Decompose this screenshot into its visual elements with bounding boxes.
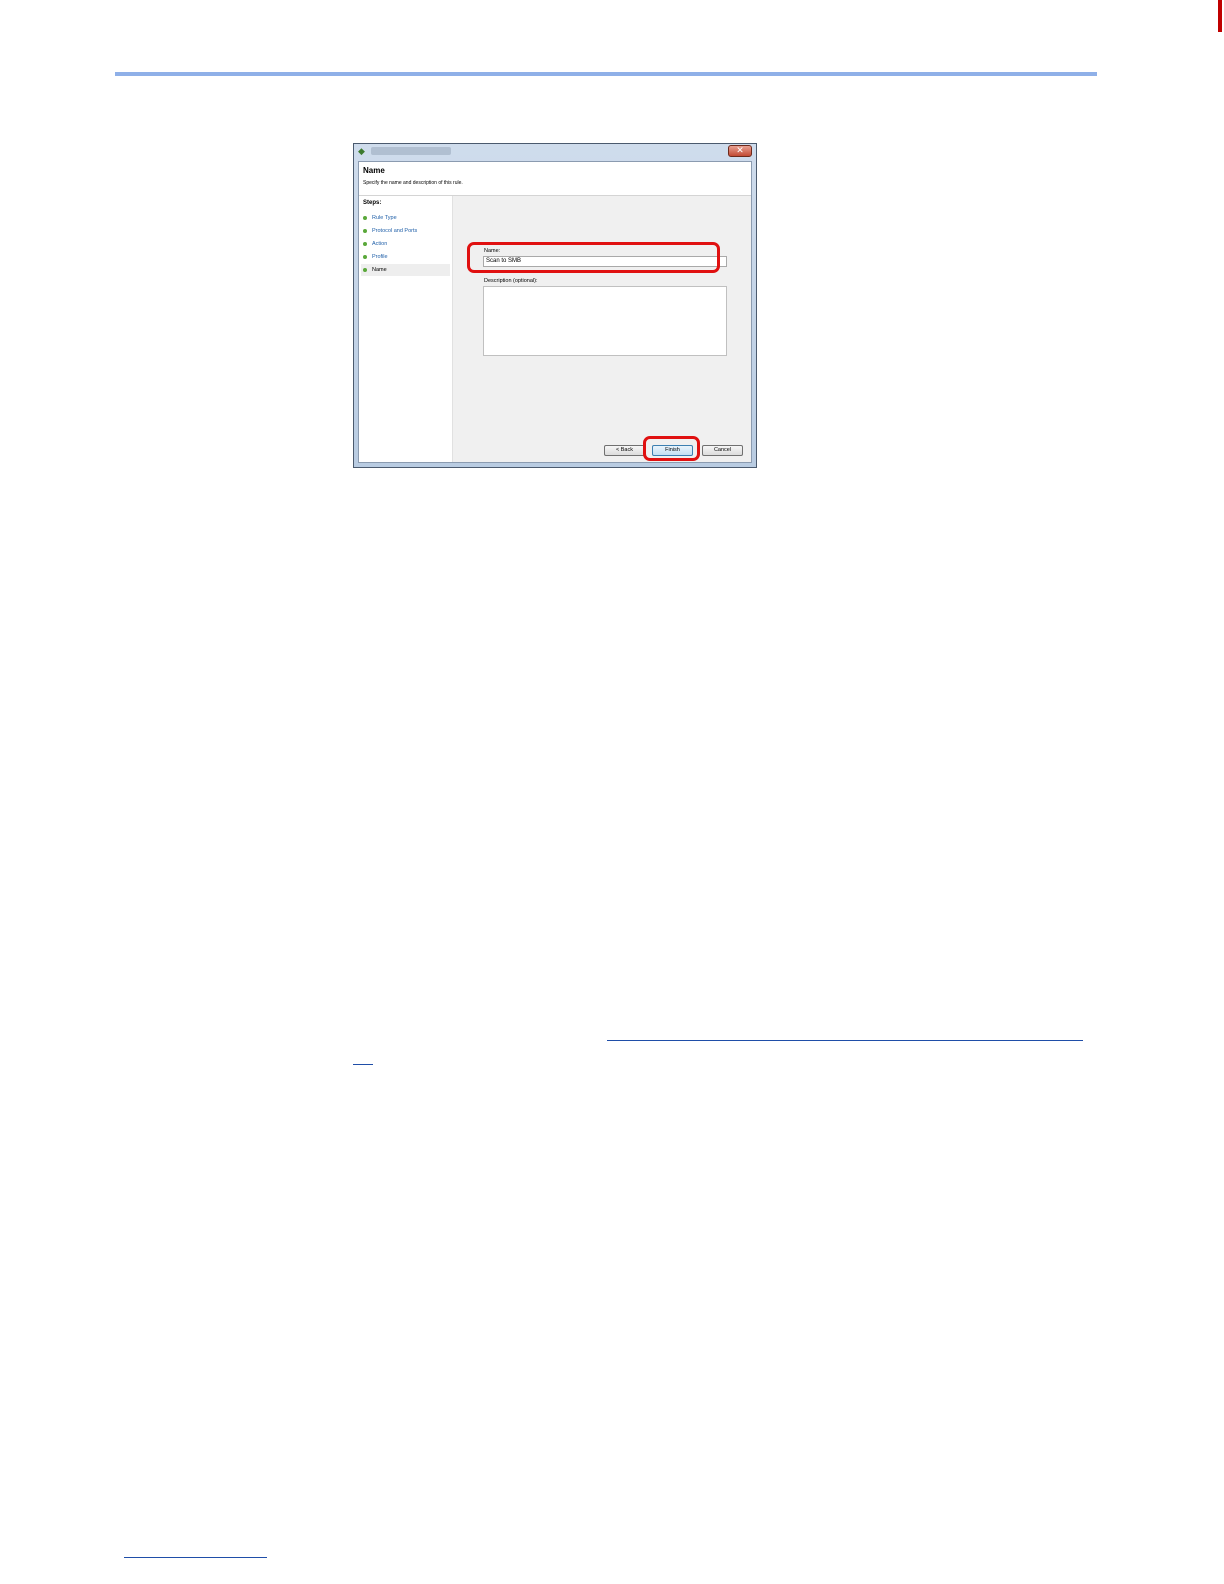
step-label: Profile xyxy=(372,254,388,260)
green-dot-icon xyxy=(363,229,367,233)
steps-title: Steps: xyxy=(363,200,382,206)
green-dot-icon xyxy=(363,242,367,246)
step-action[interactable]: Action xyxy=(361,238,450,250)
step-label: Action xyxy=(372,241,388,247)
green-dot-icon xyxy=(363,216,367,220)
description-textarea[interactable] xyxy=(483,286,727,356)
wizard-header: Name Specify the name and description of… xyxy=(359,162,751,196)
wizard-window: ◆ ✕ Name Specify the name and descriptio… xyxy=(353,143,757,468)
cancel-button[interactable]: Cancel xyxy=(702,445,743,456)
step-profile[interactable]: Profile xyxy=(361,251,450,263)
firewall-icon: ◆ xyxy=(358,146,365,156)
name-field-highlight xyxy=(467,242,720,273)
step-rule-type[interactable]: Rule Type xyxy=(361,212,450,224)
page-header-rule xyxy=(115,72,1097,76)
window-title-blurred xyxy=(371,147,451,155)
title-bar[interactable]: ◆ ✕ xyxy=(354,144,756,160)
finish-button-highlight xyxy=(643,436,700,461)
description-label: Description (optional): xyxy=(484,278,538,284)
edge-marker xyxy=(1218,0,1222,32)
step-protocol-ports[interactable]: Protocol and Ports xyxy=(361,225,450,237)
wizard-client-area: Name Specify the name and description of… xyxy=(358,161,752,463)
close-button[interactable]: ✕ xyxy=(728,145,752,157)
footnote-rule xyxy=(124,1557,267,1558)
wizard-content: Name: Scan to SMB Description (optional)… xyxy=(453,196,751,462)
green-dot-icon xyxy=(363,268,367,272)
step-label: Name xyxy=(372,267,387,273)
link-underline[interactable] xyxy=(607,1040,1083,1041)
link-underline[interactable] xyxy=(353,1064,373,1065)
page-description: Specify the name and description of this… xyxy=(363,180,463,186)
step-name[interactable]: Name xyxy=(361,264,450,276)
green-dot-icon xyxy=(363,255,367,259)
steps-panel: Steps: Rule Type Protocol and Ports Acti… xyxy=(359,196,453,462)
back-button[interactable]: < Back xyxy=(604,445,645,456)
step-label: Protocol and Ports xyxy=(372,228,418,234)
page-title: Name xyxy=(363,166,385,175)
step-label: Rule Type xyxy=(372,215,397,221)
